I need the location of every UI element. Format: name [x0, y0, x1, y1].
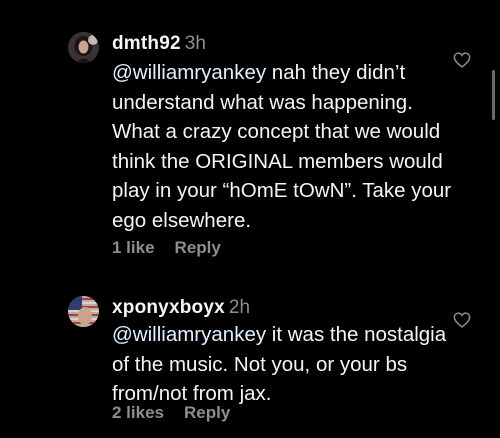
- heart-icon[interactable]: [453, 312, 471, 328]
- comment-actions: 2 likes Reply: [112, 402, 230, 424]
- avatar[interactable]: [68, 32, 99, 63]
- mention-link[interactable]: @williamryankey: [112, 323, 266, 346]
- reply-button[interactable]: Reply: [175, 238, 221, 257]
- comment-header: dmth92 3h: [112, 32, 206, 56]
- timestamp: 2h: [228, 297, 251, 318]
- comment-header: xponyxboyx 2h: [112, 296, 250, 320]
- likes-count[interactable]: 1 like: [112, 238, 155, 257]
- avatar[interactable]: [68, 296, 99, 327]
- likes-count[interactable]: 2 likes: [112, 403, 164, 422]
- comment-text: @williamryankey nah they didn’t understa…: [112, 58, 452, 235]
- heart-icon[interactable]: [453, 52, 471, 68]
- comment-actions: 1 like Reply: [112, 237, 221, 259]
- username[interactable]: dmth92: [112, 33, 181, 54]
- scrollbar[interactable]: [492, 70, 495, 120]
- mention-link[interactable]: @williamryankey: [112, 61, 266, 84]
- username[interactable]: xponyxboyx: [112, 297, 225, 318]
- timestamp: 3h: [184, 33, 206, 54]
- comment-body: nah they didn’t understand what was happ…: [112, 61, 452, 232]
- reply-button[interactable]: Reply: [184, 403, 230, 422]
- comment-text: @williamryankey it was the nostalgia of …: [112, 320, 452, 409]
